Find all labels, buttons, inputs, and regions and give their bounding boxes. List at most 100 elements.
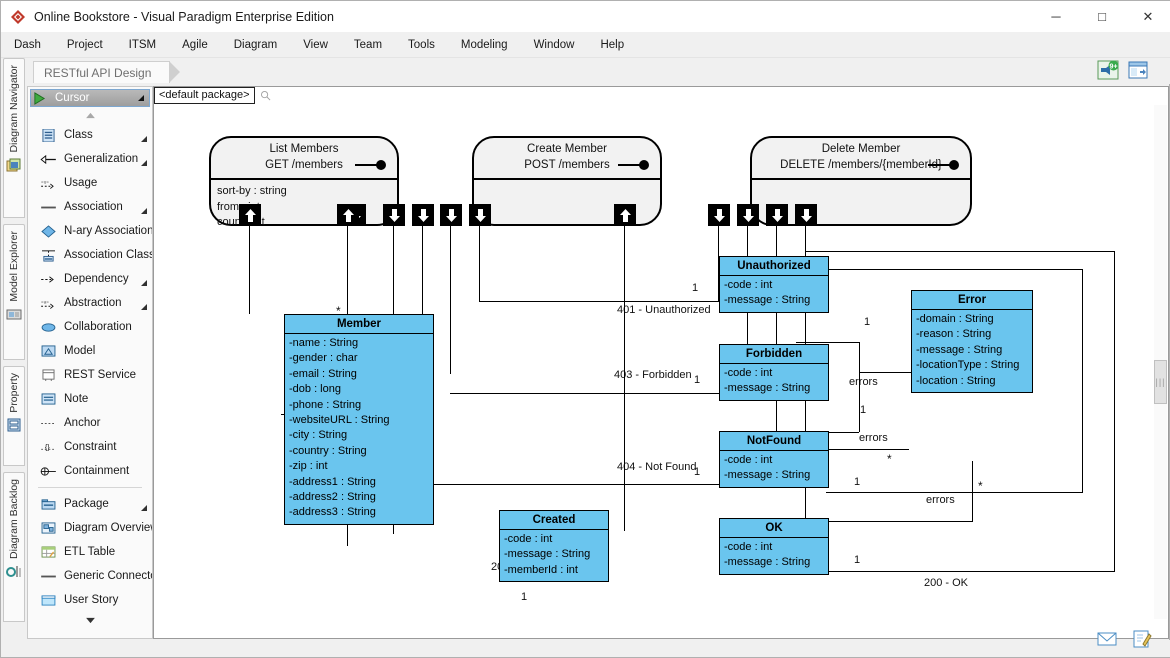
palette-item-label: Usage — [64, 177, 97, 189]
port-in-delete-member[interactable] — [614, 204, 636, 226]
menu-item-window[interactable]: Window — [521, 35, 588, 55]
expand-corner-icon[interactable] — [138, 95, 144, 101]
palette-item-association-class[interactable]: Association Class — [28, 243, 152, 267]
class-attribute: -code : int — [502, 532, 606, 547]
palette-item-note[interactable]: Note — [28, 387, 152, 411]
left-dock-tabs: Diagram Navigator Model Explorer Propert… — [1, 58, 27, 642]
edge-ok-bus-top-h — [805, 251, 1115, 252]
expand-corner-icon[interactable] — [141, 160, 147, 166]
expand-corner-icon[interactable] — [141, 505, 147, 511]
palette-item-usage[interactable]: «u» Usage — [28, 171, 152, 195]
palette-item-collaboration[interactable]: Collaboration — [28, 315, 152, 339]
close-button[interactable]: ✕ — [1125, 1, 1170, 32]
palette-item-user-story[interactable]: User Story — [28, 588, 152, 612]
port-out-delete-401[interactable] — [708, 204, 730, 226]
dock-tab-diagram-navigator[interactable]: Diagram Navigator — [3, 58, 25, 218]
menu-item-team[interactable]: Team — [341, 35, 395, 55]
tab-restful-api-design[interactable]: RESTful API Design — [33, 61, 170, 83]
cursor-arrow-icon — [31, 91, 48, 106]
expand-corner-icon[interactable] — [141, 136, 147, 142]
port-out-delete-404[interactable] — [766, 204, 788, 226]
svg-text:9+: 9+ — [1110, 64, 1118, 71]
window-layout-icon[interactable] — [1127, 60, 1149, 80]
diagram-canvas[interactable]: * 1 401 - Unauthorized 1 403 - Forbidden… — [154, 104, 1168, 638]
edge-notfound-bus-v — [1082, 269, 1083, 493]
edit-note-icon[interactable] — [1131, 629, 1153, 649]
class-attribute: -memberId : int — [502, 563, 606, 578]
package-name-field[interactable]: <default package> — [154, 87, 255, 104]
palette-item-containment[interactable]: Containment — [28, 459, 152, 483]
port-out-create-404[interactable] — [412, 204, 434, 226]
maximize-button[interactable]: □ — [1079, 1, 1125, 32]
palette-item-cursor[interactable]: Cursor — [30, 89, 150, 107]
class-member[interactable]: Member -name : String -gender : char -em… — [284, 314, 434, 525]
menu-item-diagram[interactable]: Diagram — [221, 35, 290, 55]
resource-header: Create Member POST /members — [474, 138, 660, 180]
minimize-button[interactable]: ─ — [1033, 1, 1079, 32]
palette-item-constraint[interactable]: {} Constraint — [28, 435, 152, 459]
port-out-create-201[interactable] — [383, 204, 405, 226]
palette-item-anchor[interactable]: Anchor — [28, 411, 152, 435]
resource-list-members[interactable]: List Members GET /members sort-by : stri… — [209, 136, 399, 226]
palette-item-rest-service[interactable]: REST Service — [28, 363, 152, 387]
palette-item-abstraction[interactable]: «a» Abstraction — [28, 291, 152, 315]
menu-item-itsm[interactable]: ITSM — [116, 35, 169, 55]
expand-corner-icon[interactable] — [141, 280, 147, 286]
palette-item-dependency[interactable]: Dependency — [28, 267, 152, 291]
palette-item-label: REST Service — [64, 369, 136, 381]
resource-parameters — [474, 180, 660, 184]
class-notfound[interactable]: NotFound -code : int -message : String — [719, 431, 829, 488]
menu-item-help[interactable]: Help — [587, 35, 637, 55]
package-header: <default package> — [154, 87, 271, 104]
class-created[interactable]: Created -code : int -message : String -m… — [499, 510, 609, 582]
palette-item-model[interactable]: Model — [28, 339, 152, 363]
palette-scroll-up-icon[interactable] — [28, 107, 152, 123]
mail-icon[interactable] — [1096, 629, 1118, 649]
palette-item-generic-connector[interactable]: Generic Connector — [28, 564, 152, 588]
palette-scroll-down-icon[interactable] — [28, 612, 152, 628]
resource-header: List Members GET /members — [211, 138, 397, 180]
class-forbidden[interactable]: Forbidden -code : int -message : String — [719, 344, 829, 401]
palette-item-diagram-overview[interactable]: Diagram Overview — [28, 516, 152, 540]
class-ok[interactable]: OK -code : int -message : String — [719, 518, 829, 575]
status-bar — [1, 640, 1170, 657]
edge-unauthorized-error-h — [796, 342, 859, 343]
multiplicity-1: 1 — [521, 591, 527, 603]
port-out-create-401[interactable] — [469, 204, 491, 226]
edge-error-join-h — [859, 372, 911, 373]
menu-item-modeling[interactable]: Modeling — [448, 35, 521, 55]
menu-item-tools[interactable]: Tools — [395, 35, 448, 55]
palette-item-etl-table[interactable]: ETL Table — [28, 540, 152, 564]
canvas-vertical-scrollbar[interactable]: ||| — [1154, 105, 1167, 619]
palette-item-nary-association[interactable]: N-ary Association — [28, 219, 152, 243]
menu-item-view[interactable]: View — [290, 35, 341, 55]
palette-item-package[interactable]: Package — [28, 492, 152, 516]
port-in-create-member[interactable] — [337, 204, 359, 226]
port-out-delete-403[interactable] — [737, 204, 759, 226]
class-unauthorized[interactable]: Unauthorized -code : int -message : Stri… — [719, 256, 829, 313]
collaboration-icon — [40, 320, 57, 335]
menu-item-agile[interactable]: Agile — [169, 35, 221, 55]
note-icon — [40, 392, 57, 407]
port-in-list-members[interactable] — [239, 204, 261, 226]
search-icon[interactable] — [260, 90, 271, 101]
dock-tab-diagram-backlog[interactable]: Diagram Backlog — [3, 472, 25, 622]
dependency-icon — [40, 272, 57, 287]
expand-corner-icon[interactable] — [141, 304, 147, 310]
class-attribute: -message : String — [722, 381, 826, 396]
menu-item-dash[interactable]: Dash — [1, 35, 54, 55]
dock-tab-property[interactable]: Property — [3, 366, 25, 466]
palette-item-label: Diagram Overview — [64, 522, 153, 534]
class-error[interactable]: Error -domain : String -reason : String … — [911, 290, 1033, 393]
dock-tab-model-explorer[interactable]: Model Explorer — [3, 224, 25, 360]
scrollbar-thumb[interactable]: ||| — [1154, 360, 1167, 404]
palette-item-class[interactable]: Class — [28, 123, 152, 147]
palette-item-generalization[interactable]: Generalization — [28, 147, 152, 171]
palette-item-association[interactable]: Association — [28, 195, 152, 219]
expand-corner-icon[interactable] — [141, 208, 147, 214]
menu-item-project[interactable]: Project — [54, 35, 116, 55]
port-out-create-403[interactable] — [440, 204, 462, 226]
announcement-icon[interactable]: 9+ — [1097, 60, 1119, 80]
multiplicity-1: 1 — [692, 282, 698, 294]
port-out-delete-200[interactable] — [795, 204, 817, 226]
